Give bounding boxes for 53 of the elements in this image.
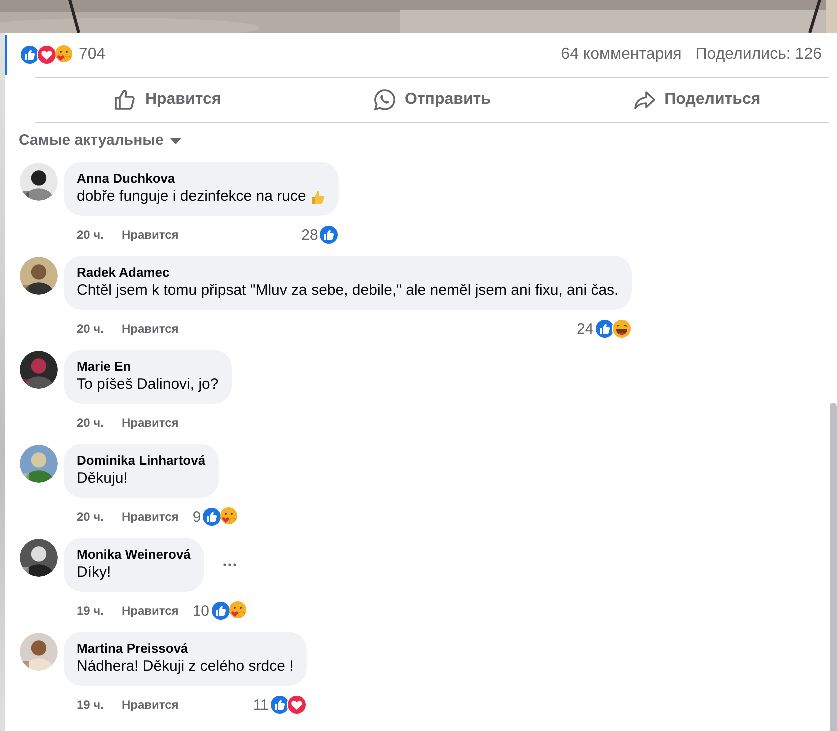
reaction-count[interactable]: 28 [302, 226, 318, 244]
share-count[interactable]: Поделились: 126 [696, 46, 822, 64]
like-link[interactable]: Нравится [122, 416, 179, 430]
thumbs-up-icon [113, 88, 138, 112]
comment-time[interactable]: 19 ч. [77, 604, 104, 618]
comment-author[interactable]: Dominika Linhartová [77, 452, 206, 469]
like-reaction-icon [594, 319, 615, 339]
like-link[interactable]: Нравится [122, 510, 179, 524]
reaction-count[interactable]: 11 [253, 696, 269, 714]
heart-reaction-icon [37, 45, 57, 65]
share-button[interactable]: Поделиться [564, 78, 830, 122]
reaction-count[interactable]: 10 [192, 602, 210, 620]
like-reaction-icon [319, 225, 340, 245]
comment-text: Díky! [77, 563, 112, 583]
more-options-icon[interactable] [222, 562, 238, 568]
hug-reaction-icon [219, 507, 240, 527]
hug-reaction-icon [228, 601, 248, 621]
thumbs-up-emoji-icon [310, 189, 326, 205]
comment-text: To píšeš Dalinovi, jo? [77, 375, 219, 395]
comment-author[interactable]: Marie En [77, 358, 219, 375]
comment-count[interactable]: 64 комментария [561, 46, 682, 64]
like-link[interactable]: Нравится [122, 604, 179, 618]
heart-reaction-icon [286, 695, 307, 715]
scrollbar-thumb[interactable] [830, 403, 837, 731]
comment-time[interactable]: 19 ч. [77, 698, 104, 712]
hug-reaction-icon [54, 45, 74, 65]
comment-author[interactable]: Anna Duchkova [77, 170, 326, 187]
comment-text: Chtěl jsem k tomu připsat "Mluv za sebe, debile," ale neměl jsem ani fixu, ani čas. [77, 281, 619, 301]
sort-dropdown[interactable]: Самые актуальные [19, 132, 182, 149]
reaction-count[interactable]: 24 [577, 320, 594, 338]
reaction-count[interactable]: 704 [79, 46, 106, 64]
comment-time[interactable]: 20 ч. [77, 228, 104, 242]
comment-text: Nádhera! Děkuji z celého srdce ! [77, 657, 294, 677]
comment-time[interactable]: 20 ч. [77, 510, 104, 524]
like-reaction-icon [210, 601, 230, 621]
comment-time[interactable]: 20 ч. [77, 416, 104, 430]
like-link[interactable]: Нравится [122, 698, 179, 712]
comment-author[interactable]: Monika Weinerová [77, 546, 191, 563]
like-link[interactable]: Нравится [122, 322, 179, 336]
like-reaction-icon [202, 507, 222, 527]
send-button[interactable]: Отправить [300, 78, 564, 122]
comment-text: Děkuju! [77, 469, 128, 489]
comment-author[interactable]: Radek Adamec [77, 264, 619, 281]
comment-text: dobře funguje i dezinfekce na ruce [77, 187, 306, 207]
reaction-count[interactable]: 9 [192, 508, 202, 526]
like-button[interactable]: Нравится [35, 78, 300, 122]
chat-phone-icon [373, 88, 398, 112]
like-link[interactable]: Нравится [122, 228, 179, 242]
comment-time[interactable]: 20 ч. [77, 322, 104, 336]
laughing-reaction-icon [612, 319, 632, 339]
caret-icon [170, 136, 182, 144]
like-reaction-icon [270, 695, 290, 715]
comment-author[interactable]: Martina Preissová [77, 640, 294, 657]
